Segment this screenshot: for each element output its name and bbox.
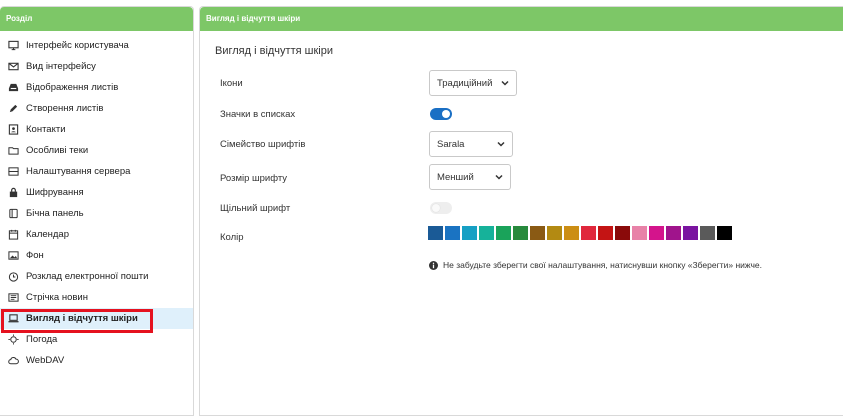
envelope-icon [7, 61, 19, 73]
sidebar-item-label: Вид інтерфейсу [26, 61, 96, 72]
sidebar-panel-icon [7, 208, 19, 220]
sidebar-item-label: Шифрування [26, 187, 84, 198]
font-family-select-value: Sarala [437, 138, 465, 150]
font-size-label: Розмір шрифту [220, 173, 288, 184]
sidebar-item-label: Стрічка новин [26, 292, 88, 303]
pencil-icon [7, 103, 19, 115]
sidebar-header: Розділ [0, 7, 193, 31]
newspaper-icon [7, 292, 19, 304]
dense-font-toggle[interactable] [430, 202, 452, 214]
color-label: Колір [220, 232, 244, 243]
dense-font-label: Щільний шрифт [220, 203, 291, 214]
sidebar-item-weather[interactable]: Погода [0, 329, 193, 350]
sidebar-item-label: Вигляд і відчуття шкіри [26, 313, 138, 324]
sidebar-item-label: Календар [26, 229, 70, 240]
sidebar-item-compose[interactable]: Створення листів [0, 98, 193, 119]
font-size-select[interactable]: Менший [429, 164, 511, 190]
sidebar-item-label: Створення листів [26, 103, 104, 114]
chevron-down-icon [497, 141, 505, 147]
color-swatch[interactable] [479, 226, 494, 240]
sidebar-item-label: Фон [26, 250, 44, 261]
sidebar-item-label: Бічна панель [26, 208, 84, 219]
sidebar-item-background[interactable]: Фон [0, 245, 193, 266]
chevron-down-icon [495, 174, 503, 180]
list-icons-label: Значки в списках [220, 109, 296, 120]
sidebar-item-label: Контакти [26, 124, 66, 135]
section-title: Вигляд і відчуття шкіри [215, 45, 333, 57]
sidebar-item-server-settings[interactable]: Налаштування сервера [0, 161, 193, 182]
cloud-icon [7, 355, 19, 367]
sidebar-item-label: Розклад електронної пошти [26, 271, 149, 282]
list-icons-toggle[interactable] [430, 108, 452, 120]
color-swatch[interactable] [649, 226, 664, 240]
sidebar-item-encryption[interactable]: Шифрування [0, 182, 193, 203]
sidebar-item-label: Інтерфейс користувача [26, 40, 129, 51]
sidebar-item-label: Відображення листів [26, 82, 119, 93]
sidebar-item-side-panel[interactable]: Бічна панель [0, 203, 193, 224]
color-swatch[interactable] [530, 226, 545, 240]
section-sidebar: Розділ Інтерфейс користувача Вид інтерфе… [0, 6, 194, 416]
color-swatch[interactable] [428, 226, 443, 240]
server-icon [7, 166, 19, 178]
sidebar-item-message-display[interactable]: Відображення листів [0, 77, 193, 98]
sidebar-item-news-feed[interactable]: Стрічка новин [0, 287, 193, 308]
color-swatch[interactable] [700, 226, 715, 240]
sidebar-item-calendar[interactable]: Календар [0, 224, 193, 245]
font-family-label: Сімейство шрифтів [220, 139, 306, 150]
sidebar-item-user-interface[interactable]: Інтерфейс користувача [0, 35, 193, 56]
color-swatch[interactable] [615, 226, 630, 240]
icons-select-value: Традиційний [437, 77, 493, 89]
color-swatch[interactable] [462, 226, 477, 240]
sidebar-item-email-schedule[interactable]: Розклад електронної пошти [0, 266, 193, 287]
settings-panel: Вигляд і відчуття шкіри Вигляд і відчутт… [199, 6, 843, 416]
toggle-knob [442, 110, 450, 118]
inbox-icon [7, 82, 19, 94]
sidebar-item-skin-look-and-feel[interactable]: Вигляд і відчуття шкіри [0, 308, 193, 329]
font-family-select[interactable]: Sarala [429, 131, 513, 157]
sun-icon [7, 334, 19, 346]
info-icon [429, 260, 438, 270]
color-swatch[interactable] [445, 226, 460, 240]
sidebar-item-webdav[interactable]: WebDAV [0, 350, 193, 371]
save-reminder-text: Не забудьте зберегти свої налаштування, … [443, 260, 762, 270]
image-icon [7, 250, 19, 262]
monitor-icon [7, 40, 19, 52]
sidebar-item-label: Налаштування сервера [26, 166, 131, 177]
chevron-down-icon [501, 80, 509, 86]
sidebar-item-contacts[interactable]: Контакти [0, 119, 193, 140]
sidebar-item-label: Особливі теки [26, 145, 89, 156]
icons-select[interactable]: Традиційний [429, 70, 517, 96]
color-swatch[interactable] [513, 226, 528, 240]
color-swatch[interactable] [496, 226, 511, 240]
save-reminder-note: Не забудьте зберегти свої налаштування, … [429, 260, 762, 270]
color-swatch[interactable] [683, 226, 698, 240]
color-swatches [428, 226, 732, 240]
laptop-icon [7, 313, 19, 325]
sidebar-item-interface-view[interactable]: Вид інтерфейсу [0, 56, 193, 77]
color-swatch[interactable] [717, 226, 732, 240]
folder-icon [7, 145, 19, 157]
font-size-select-value: Менший [437, 171, 474, 183]
icons-label: Ікони [220, 78, 243, 89]
contact-card-icon [7, 124, 19, 136]
color-swatch[interactable] [666, 226, 681, 240]
color-swatch[interactable] [598, 226, 613, 240]
sidebar-item-special-folders[interactable]: Особливі теки [0, 140, 193, 161]
sidebar-item-label: Погода [26, 334, 58, 345]
sidebar-item-label: WebDAV [26, 355, 65, 366]
color-swatch[interactable] [547, 226, 562, 240]
color-swatch[interactable] [632, 226, 647, 240]
lock-icon [7, 187, 19, 199]
color-swatch[interactable] [564, 226, 579, 240]
section-menu: Інтерфейс користувача Вид інтерфейсу Від… [0, 35, 193, 371]
toggle-knob [432, 204, 440, 212]
calendar-icon [7, 229, 19, 241]
clock-icon [7, 271, 19, 283]
settings-header: Вигляд і відчуття шкіри [200, 7, 843, 31]
color-swatch[interactable] [581, 226, 596, 240]
